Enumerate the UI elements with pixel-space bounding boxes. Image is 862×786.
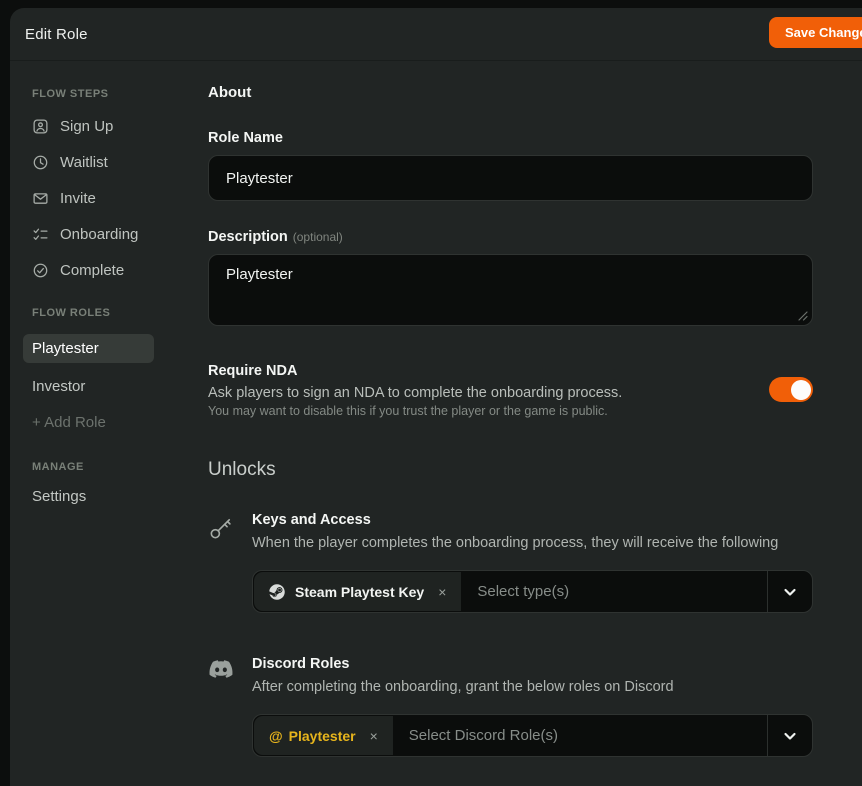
flow-roles-section-label: FLOW ROLES xyxy=(32,307,111,319)
chevron-down-icon xyxy=(782,728,798,744)
discord-roles-title: Discord Roles xyxy=(252,656,350,672)
discord-role-dropdown-button[interactable] xyxy=(767,715,812,756)
flow-roles-section: FLOW ROLES Playtester Investor + Add Rol… xyxy=(23,307,208,431)
discord-role-multiselect[interactable]: @ Playtester × Select Discord Role(s) xyxy=(252,714,813,757)
unlocks-heading: Unlocks xyxy=(208,459,276,480)
steam-playtest-key-tag: Steam Playtest Key × xyxy=(254,572,462,611)
sidebar-item-onboarding[interactable]: Onboarding xyxy=(32,223,208,245)
description-label: Description (optional) xyxy=(208,229,813,245)
key-type-dropdown-button[interactable] xyxy=(767,571,812,612)
steam-icon xyxy=(269,583,285,600)
edit-role-modal: Edit Role Save Changes FLOW STEPS Sign U… xyxy=(10,8,862,786)
discord-roles-description: After completing the onboarding, grant t… xyxy=(252,679,674,695)
modal-body: FLOW STEPS Sign Up Waitlist Invite Onboa… xyxy=(10,61,862,786)
sidebar-item-waitlist[interactable]: Waitlist xyxy=(32,151,208,173)
sidebar-item-label: Invite xyxy=(60,189,96,207)
discord-role-select-placeholder[interactable]: Select Discord Role(s) xyxy=(409,727,767,744)
remove-steam-key-icon[interactable]: × xyxy=(438,585,446,599)
require-nda-section: Require NDA Ask players to sign an NDA t… xyxy=(208,363,813,418)
flow-steps-section-label: FLOW STEPS xyxy=(32,88,109,100)
description-field-wrap: Playtester xyxy=(208,254,813,326)
chevron-down-icon xyxy=(782,584,798,600)
sidebar-item-complete[interactable]: Complete xyxy=(32,259,208,281)
require-nda-text: Require NDA Ask players to sign an NDA t… xyxy=(208,363,769,418)
checklist-icon xyxy=(32,226,49,243)
require-nda-label: Require NDA xyxy=(208,363,298,379)
sidebar-item-settings[interactable]: Settings xyxy=(32,488,208,505)
sidebar-item-label: Complete xyxy=(60,261,125,279)
sidebar-item-label: Onboarding xyxy=(60,225,139,243)
keys-and-access-section: Keys and Access When the player complete… xyxy=(208,512,813,613)
manage-section: MANAGE Settings xyxy=(32,461,208,505)
role-name-label: Role Name xyxy=(208,130,283,146)
sidebar-item-sign-up[interactable]: Sign Up xyxy=(32,115,208,137)
about-heading: About xyxy=(208,84,252,101)
sidebar-item-label: Waitlist xyxy=(60,153,108,171)
check-circle-icon xyxy=(32,262,49,279)
discord-roles-section: Discord Roles After completing the onboa… xyxy=(208,656,813,757)
description-optional-hint: (optional) xyxy=(292,230,343,244)
discord-playtester-tag: @ Playtester × xyxy=(254,716,393,755)
key-type-select-placeholder[interactable]: Select type(s) xyxy=(477,583,767,600)
role-name-input[interactable] xyxy=(208,155,813,201)
resize-grip-icon[interactable] xyxy=(798,311,808,321)
keys-and-access-body: Keys and Access When the player complete… xyxy=(252,512,813,613)
sidebar-role-playtester[interactable]: Playtester xyxy=(23,334,154,363)
sidebar-role-investor[interactable]: Investor xyxy=(23,372,154,401)
description-textarea[interactable]: Playtester xyxy=(208,254,813,326)
key-type-multiselect[interactable]: Steam Playtest Key × Select type(s) xyxy=(252,570,813,613)
steam-key-tag-label: Steam Playtest Key xyxy=(295,583,425,600)
require-nda-description: Ask players to sign an NDA to complete t… xyxy=(208,385,623,401)
mail-icon xyxy=(32,190,49,207)
sidebar-item-label: Sign Up xyxy=(60,117,114,135)
keys-and-access-description: When the player completes the onboarding… xyxy=(252,535,779,551)
toggle-knob xyxy=(790,379,811,400)
at-sign-icon: @ xyxy=(269,727,283,744)
signup-card-icon xyxy=(32,118,49,135)
discord-icon xyxy=(208,656,252,757)
add-role-button[interactable]: + Add Role xyxy=(32,414,208,431)
save-changes-button[interactable]: Save Changes xyxy=(769,17,862,48)
require-nda-toggle[interactable] xyxy=(769,377,813,402)
discord-role-tag-label: Playtester xyxy=(288,727,356,744)
discord-roles-body: Discord Roles After completing the onboa… xyxy=(252,656,813,757)
manage-section-label: MANAGE xyxy=(32,461,84,473)
main-content: About Role Name Description (optional) Pl… xyxy=(208,61,813,786)
require-nda-note: You may want to disable this if you trus… xyxy=(208,404,608,418)
keys-and-access-title: Keys and Access xyxy=(252,512,371,528)
key-icon xyxy=(208,512,252,613)
remove-discord-role-icon[interactable]: × xyxy=(370,729,378,743)
clock-icon xyxy=(32,154,49,171)
modal-header: Edit Role Save Changes xyxy=(10,8,862,61)
description-label-text: Description xyxy=(208,229,288,245)
sidebar-item-invite[interactable]: Invite xyxy=(32,187,208,209)
page-title: Edit Role xyxy=(25,25,88,43)
sidebar: FLOW STEPS Sign Up Waitlist Invite Onboa… xyxy=(10,61,208,786)
